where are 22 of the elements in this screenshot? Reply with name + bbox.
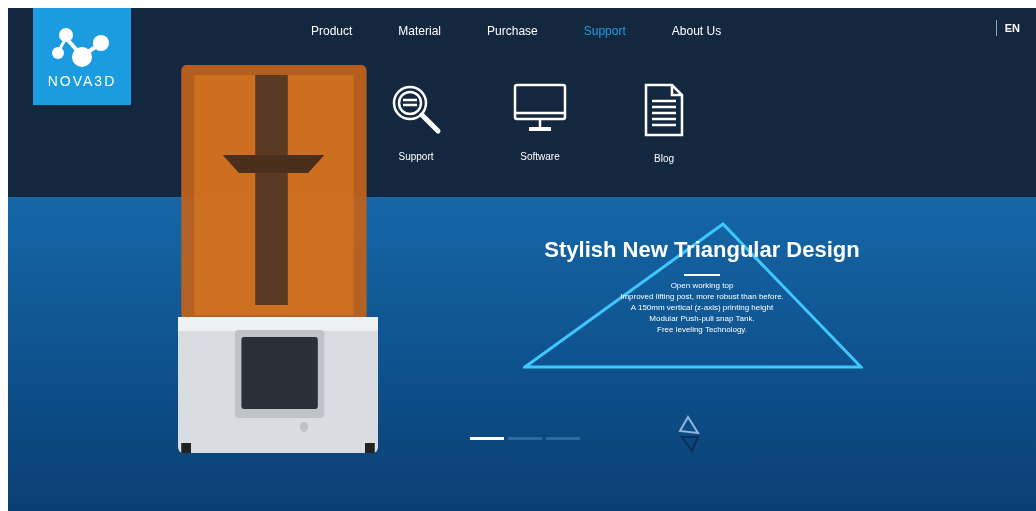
magnifier-icon: [390, 83, 442, 135]
submenu-item[interactable]: Support: [384, 83, 448, 166]
logo-text: NOVA3D: [47, 73, 117, 88]
carousel-indicator[interactable]: [546, 437, 580, 440]
submenu-item[interactable]: Blog: [632, 83, 696, 166]
feature-line: Improved lifting post, more robust than before.: [620, 291, 784, 302]
molecule-icon: [52, 25, 112, 70]
nav-link[interactable]: Support: [583, 22, 626, 40]
feature-line: A 150mm vertical (z-axis) printing height: [630, 302, 774, 313]
feature-line: Open working top: [670, 280, 734, 291]
language-link[interactable]: EN: [1004, 20, 1020, 37]
nav-link[interactable]: Product: [311, 22, 353, 40]
feature-line: Free leveling Technology.: [657, 324, 747, 335]
nav-link[interactable]: Purchase: [487, 22, 538, 40]
submenu-item[interactable]: Software: [508, 83, 572, 166]
nav-link[interactable]: Material: [398, 22, 442, 40]
feature-line: Modular Push-pull snap Tank.: [649, 313, 755, 324]
nav-link[interactable]: About Us: [671, 22, 722, 40]
carousel-indicator[interactable]: [470, 437, 504, 440]
document-icon: [644, 83, 684, 137]
hero-title: Stylish New Triangular Design: [544, 236, 860, 264]
carousel-indicator[interactable]: [508, 437, 542, 440]
